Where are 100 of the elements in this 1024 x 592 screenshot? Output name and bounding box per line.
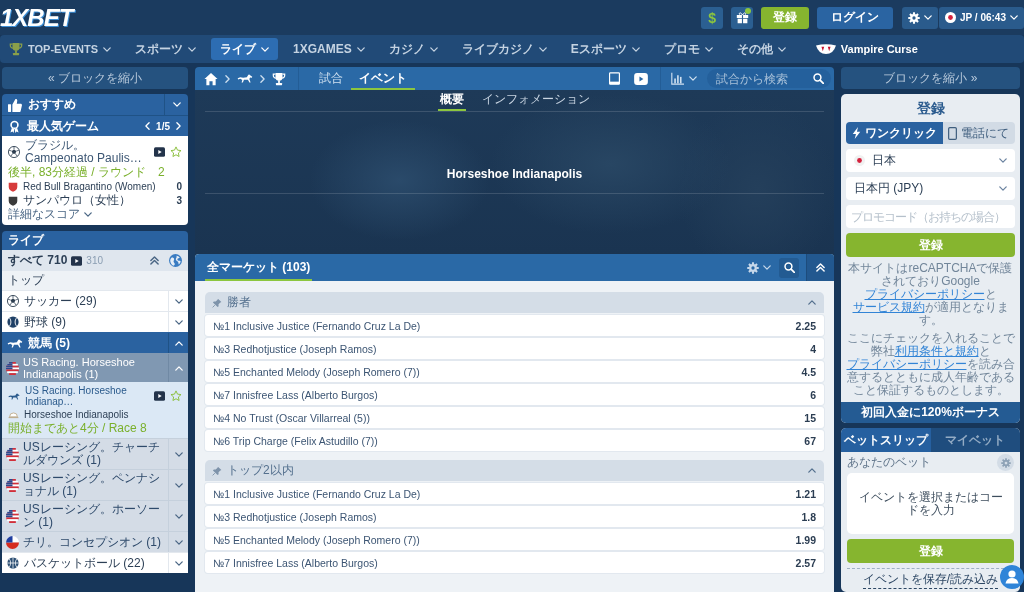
- search-button[interactable]: [779, 257, 799, 278]
- chile-flag-icon: [6, 535, 19, 549]
- collapse-sidebar-button[interactable]: ブロックを縮小 »: [841, 67, 1020, 89]
- nav-tab[interactable]: プロモ: [654, 38, 722, 60]
- league-item[interactable]: USレーシング。ホーソーン (1): [2, 500, 188, 531]
- details-link[interactable]: 詳細なスコア: [8, 208, 182, 221]
- outcome-row[interactable]: №5 Enchanted Melody (Joseph Romero (7)) 4.5: [205, 361, 824, 382]
- odds-value[interactable]: 2.57: [795, 556, 816, 569]
- odds-value[interactable]: 6: [810, 388, 816, 401]
- nav-tab[interactable]: ライブカジノ: [452, 38, 556, 60]
- odds-value[interactable]: 2.25: [795, 319, 816, 332]
- collapse-sidebar-button[interactable]: « ブロックを縮小: [2, 67, 188, 89]
- double-caret-up-icon[interactable]: [150, 256, 159, 265]
- policy-link[interactable]: サービス規約: [852, 300, 925, 314]
- promo-code-field[interactable]: プロモコード（お持ちの場合）: [846, 205, 1015, 228]
- bet-slip-tab[interactable]: ベットスリップ: [841, 428, 931, 452]
- league-item[interactable]: チリ。コンセプシオン (1): [2, 531, 188, 552]
- nav-tab[interactable]: カジノ: [379, 38, 447, 60]
- play-icon[interactable]: [634, 72, 648, 85]
- nav-tab[interactable]: Vampire Curse: [806, 38, 927, 60]
- horse-icon[interactable]: [237, 74, 253, 83]
- collapse-button[interactable]: [806, 254, 834, 281]
- outcome-row[interactable]: №3 Redhotjustice (Joseph Ramos) 4: [205, 338, 824, 359]
- tablet-icon[interactable]: [609, 72, 620, 85]
- market-header[interactable]: トップ2以内: [205, 460, 824, 481]
- nav-tab[interactable]: Eスポーツ: [561, 38, 649, 60]
- outcome-row[interactable]: №1 Inclusive Justice (Fernando Cruz La De) 2.25: [205, 315, 824, 336]
- outcome-row[interactable]: №1 Inclusive Justice (Fernando Cruz La De) 1.21: [205, 483, 824, 504]
- event-tab[interactable]: 試合: [311, 67, 351, 90]
- legal-notice: ここにチェックを入れることで弊社利用条件と規約 と プライバシーポリシーを読み合意するとともに成人年齢であること保証するものとします。: [846, 332, 1015, 397]
- registration-tab[interactable]: ワンクリック: [846, 122, 943, 144]
- nav-tab[interactable]: TOP-EVENTS: [0, 38, 121, 60]
- odds-value[interactable]: 4: [810, 342, 816, 355]
- logo[interactable]: 1XBET: [0, 3, 73, 32]
- chevron-right-icon[interactable]: [176, 122, 181, 130]
- outcome-row[interactable]: №7 Innisfree Lass (Alberto Burgos) 6: [205, 384, 824, 405]
- odds-value[interactable]: 15: [804, 411, 816, 424]
- country-select[interactable]: 日本: [846, 149, 1015, 172]
- league-item[interactable]: USレーシング。ペンナショナル (1): [2, 469, 188, 500]
- outcome-row[interactable]: №3 Redhotjustice (Joseph Ramos) 1.8: [205, 506, 824, 527]
- registration-tab[interactable]: 電話にて: [942, 122, 1015, 144]
- horse-icon: [7, 338, 23, 348]
- pin-icon: [212, 297, 222, 308]
- save-load-link[interactable]: イベントを保存/読み込み: [862, 571, 999, 589]
- search-icon: [783, 262, 795, 273]
- banner-tab[interactable]: インフォメーション: [479, 90, 592, 111]
- outcome-row[interactable]: №5 Enchanted Melody (Joseph Romero (7)) 1.99: [205, 529, 824, 550]
- search-field[interactable]: 試合から検索: [707, 69, 831, 88]
- trophy-icon[interactable]: [272, 71, 286, 86]
- outcome-row[interactable]: №7 Innisfree Lass (Alberto Burgos) 2.57: [205, 552, 824, 573]
- runner-name: №1 Inclusive Justice (Fernando Cruz La De): [213, 487, 421, 500]
- odds-value[interactable]: 4.5: [801, 365, 816, 378]
- panel-title: 登録: [915, 99, 946, 117]
- odds-value[interactable]: 1.99: [795, 533, 816, 546]
- sport-item[interactable]: 野球 (9): [2, 311, 188, 332]
- event-card[interactable]: US Racing. Horseshoe Indianap… Horseshoe Indianapolis 開始まであと4分 / Race 8: [2, 382, 188, 438]
- mobile-phone-icon: [948, 126, 958, 140]
- caret-down-icon[interactable]: [172, 102, 181, 107]
- login-button[interactable]: ログイン: [817, 6, 894, 29]
- bet-slip-tab[interactable]: マイベット: [930, 428, 1020, 452]
- japan-flag-icon: [945, 12, 957, 23]
- caret-down-icon: [174, 560, 183, 566]
- lightning-icon: [851, 127, 861, 139]
- settings-button[interactable]: [902, 6, 939, 29]
- match-card[interactable]: ブラジル。Campeonato Paulis… 後半, 83分経過 / ラウンド 2 Red Bull Bragantino (Women) 0 サンパウロ（女性） 3 詳細なスコア: [2, 136, 188, 225]
- sport-item[interactable]: バスケットボール (22): [2, 552, 188, 573]
- policy-link[interactable]: 利用条件と規約: [894, 344, 979, 358]
- support-chat-icon[interactable]: [1000, 565, 1024, 589]
- nav-tab[interactable]: ライブ: [211, 38, 279, 60]
- chevron-right-icon: [225, 74, 230, 83]
- empty-message: イベントを選択またはコードを入力: [857, 490, 1004, 517]
- nav-tab[interactable]: その他: [727, 38, 795, 60]
- event-tab[interactable]: イベント: [351, 67, 415, 90]
- caret-down-icon: [174, 319, 183, 325]
- league-item[interactable]: USレーシング。チャーチルダウンズ (1): [2, 438, 188, 469]
- top-item[interactable]: トップ: [2, 271, 188, 290]
- video-icon: [71, 255, 83, 266]
- globe-icon[interactable]: [169, 254, 182, 267]
- search-icon[interactable]: [813, 73, 824, 84]
- sport-item[interactable]: 競馬 (5): [2, 332, 188, 353]
- odds-value[interactable]: 1.8: [801, 510, 816, 523]
- market-header[interactable]: 勝者: [205, 292, 824, 313]
- home-icon[interactable]: [204, 71, 218, 86]
- runner-name: №3 Redhotjustice (Joseph Ramos): [213, 342, 377, 355]
- outcome-row[interactable]: №6 Trip Charge (Felix Astudillo (7)) 67: [205, 430, 824, 451]
- outcome-row[interactable]: №4 No Trust (Oscar Villarreal (5)) 15: [205, 407, 824, 428]
- markets-tab[interactable]: 全マーケット (103): [205, 254, 313, 281]
- page-counter: 1/5: [156, 120, 170, 132]
- odds-value[interactable]: 1.21: [795, 487, 816, 500]
- gift-button[interactable]: [731, 6, 754, 29]
- section-title: 最人気ゲーム: [27, 117, 99, 135]
- nav-tab[interactable]: 1XGAMES: [284, 38, 374, 60]
- filter-bar[interactable]: すべて 710 310: [2, 250, 188, 271]
- currency-select[interactable]: 日本円 (JPY): [846, 177, 1015, 200]
- language-button[interactable]: JP / 06:43: [939, 6, 1024, 29]
- nav-tab[interactable]: スポーツ: [126, 38, 206, 60]
- odds-value[interactable]: 67: [804, 434, 816, 447]
- chevron-left-icon[interactable]: [145, 122, 151, 130]
- banner-tab[interactable]: 概要: [437, 90, 466, 111]
- sport-item[interactable]: サッカー (29): [2, 290, 188, 311]
